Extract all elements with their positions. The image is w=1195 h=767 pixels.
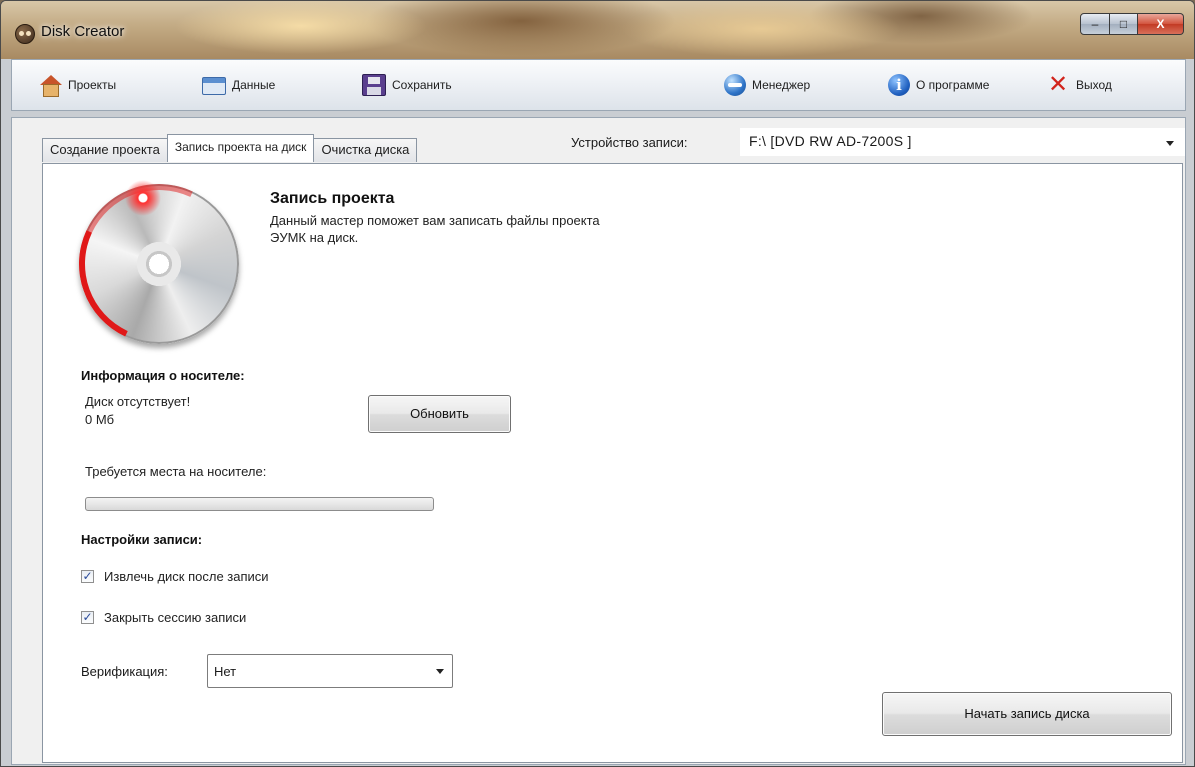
close-window-button[interactable]: X xyxy=(1138,13,1184,35)
toolbar-data-button[interactable]: Данные xyxy=(202,72,275,98)
toolbar-exit-label: Выход xyxy=(1076,78,1112,92)
toolbar-save-button[interactable]: Сохранить xyxy=(362,72,452,98)
close-session-label: Закрыть сессию записи xyxy=(104,610,247,625)
device-value: F:\ [DVD RW AD-7200S ] xyxy=(749,133,912,149)
verification-value: Нет xyxy=(214,664,237,679)
floppy-icon xyxy=(362,74,386,96)
toolbar-save-label: Сохранить xyxy=(392,78,452,92)
toolbar-projects-button[interactable]: Проекты xyxy=(38,72,116,98)
wizard-title: Запись проекта xyxy=(270,190,395,207)
window-title: Disk Creator xyxy=(41,23,125,40)
wizard-description: Данный мастер поможет вам записать файлы… xyxy=(270,213,600,245)
toolbar-exit-button[interactable]: ✕ Выход xyxy=(1046,72,1112,98)
toolbar-about-label: О программе xyxy=(916,78,990,92)
close-x-icon: ✕ xyxy=(1047,71,1069,98)
toolbar-data-label: Данные xyxy=(232,78,276,92)
eject-option[interactable]: ✓ Извлечь диск после записи xyxy=(81,569,269,584)
tab-create-project[interactable]: Создание проекта xyxy=(42,138,168,162)
device-select[interactable]: F:\ [DVD RW AD-7200S ] xyxy=(740,128,1185,156)
verification-select[interactable]: Нет xyxy=(207,654,453,688)
content-frame: Создание проекта Запись проекта на диск … xyxy=(11,117,1186,765)
chevron-down-icon xyxy=(436,669,444,674)
toolbar-about-button[interactable]: i О программе xyxy=(888,72,989,98)
title-bar[interactable]: Disk Creator – □ X xyxy=(1,1,1194,59)
required-space-bar xyxy=(85,497,434,511)
main-toolbar: Проекты Данные Сохранить Менеджер i О пр… xyxy=(11,59,1186,111)
media-size: 0 Мб xyxy=(85,412,115,427)
close-session-checkbox[interactable]: ✓ xyxy=(81,611,94,624)
tab-burn-project[interactable]: Запись проекта на диск xyxy=(166,134,315,162)
globe-icon xyxy=(724,74,746,96)
start-burn-button[interactable]: Начать запись диска xyxy=(882,692,1172,736)
chevron-down-icon xyxy=(1166,141,1174,146)
toolbar-manager-label: Менеджер xyxy=(752,78,811,92)
tab-erase-disc[interactable]: Очистка диска xyxy=(313,138,418,162)
minimize-button[interactable]: – xyxy=(1080,13,1110,35)
maximize-button[interactable]: □ xyxy=(1110,13,1138,35)
house-icon xyxy=(38,74,62,97)
window-icon xyxy=(202,77,226,95)
settings-heading: Настройки записи: xyxy=(81,532,203,547)
info-icon: i xyxy=(888,74,910,96)
app-window: Disk Creator – □ X Проекты Данные Сохран… xyxy=(0,0,1195,767)
media-status: Диск отсутствует! xyxy=(85,394,191,409)
required-space-label: Требуется места на носителе: xyxy=(85,464,267,479)
verification-label: Верификация: xyxy=(81,664,168,679)
app-logo-icon xyxy=(15,24,35,44)
device-label: Устройство записи: xyxy=(571,135,688,150)
disc-glow-icon xyxy=(125,180,161,216)
refresh-button[interactable]: Обновить xyxy=(368,395,511,433)
close-session-option[interactable]: ✓ Закрыть сессию записи xyxy=(81,610,246,625)
eject-checkbox[interactable]: ✓ xyxy=(81,570,94,583)
burn-panel: Запись проекта Данный мастер поможет вам… xyxy=(42,161,1183,763)
toolbar-manager-button[interactable]: Менеджер xyxy=(724,72,810,98)
toolbar-projects-label: Проекты xyxy=(68,78,117,92)
tab-strip: Создание проекта Запись проекта на диск … xyxy=(42,134,418,162)
media-info-heading: Информация о носителе: xyxy=(81,368,245,383)
window-controls: – □ X xyxy=(1080,13,1184,35)
eject-label: Извлечь диск после записи xyxy=(104,569,269,584)
